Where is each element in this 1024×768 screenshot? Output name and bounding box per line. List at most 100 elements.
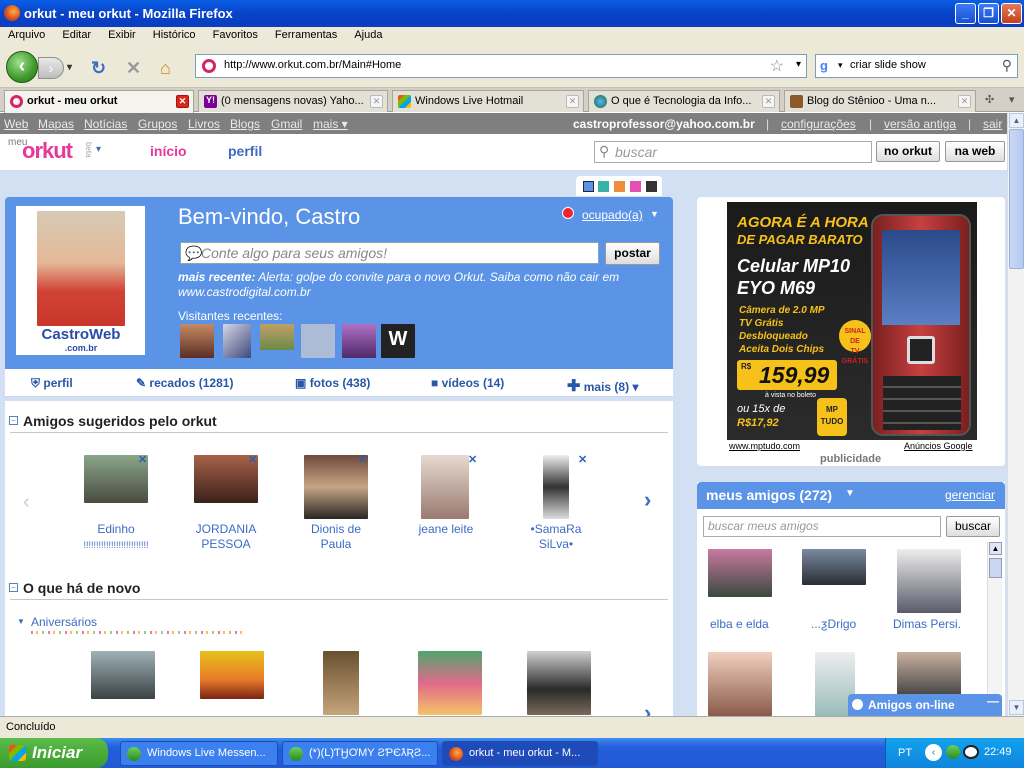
dismiss-icon[interactable]: ✕ (358, 453, 367, 466)
friends-dropdown-icon[interactable]: ▼ (845, 488, 855, 499)
scroll-up-icon[interactable]: ▲ (1009, 113, 1024, 128)
avatar[interactable]: CastroWeb .com.br (16, 206, 145, 355)
friend-name[interactable]: JORDANIA PESSOA (181, 522, 271, 552)
manage-friends-link[interactable]: gerenciar (945, 488, 995, 502)
minimize-button[interactable]: _ (955, 3, 976, 24)
friend-name[interactable]: Dionis de Paula (291, 522, 381, 552)
tab-fotos[interactable]: ▣ fotos (438) (295, 376, 370, 390)
link-livros[interactable]: Livros (188, 117, 220, 131)
tab-mais[interactable]: ✚ mais (8) ▾ (567, 376, 638, 396)
home-icon[interactable]: ⌂ (160, 58, 171, 79)
minimize-chat-icon[interactable]: — (987, 694, 999, 708)
dismiss-icon[interactable]: ✕ (468, 453, 477, 466)
theme-black[interactable] (646, 181, 657, 192)
task-messenger[interactable]: Windows Live Messen... (120, 741, 278, 766)
theme-blue[interactable] (583, 181, 594, 192)
start-button[interactable]: Iniciar (0, 738, 108, 768)
address-bar[interactable]: http://www.orkut.com.br/Main#Home ☆ ▾ (195, 54, 807, 78)
visitor-photo[interactable] (260, 324, 294, 350)
menu-historico[interactable]: Histórico (147, 27, 202, 43)
link-sair[interactable]: sair (983, 117, 1002, 131)
close-tab-icon[interactable]: ✕ (762, 95, 775, 108)
link-mais[interactable]: mais ▾ (313, 117, 348, 131)
online-friends-panel[interactable]: Amigos on-line — (848, 694, 1002, 716)
theme-pink[interactable] (630, 181, 641, 192)
search-orkut-button[interactable]: no orkut (876, 141, 940, 162)
link-blogs[interactable]: Blogs (230, 117, 260, 131)
bookmark-star-icon[interactable]: ☆ (770, 56, 784, 76)
url-dropdown-icon[interactable]: ▾ (796, 59, 801, 70)
friend-photo[interactable] (897, 652, 961, 700)
expand-birthdays-icon[interactable]: ▼ (17, 617, 25, 626)
friend-name[interactable]: ...ƺDrigo (811, 617, 856, 631)
birthday-photo[interactable] (91, 651, 155, 699)
birthday-photo[interactable] (527, 651, 591, 715)
friend-photo[interactable] (543, 455, 569, 519)
dismiss-icon[interactable]: ✕ (248, 453, 257, 466)
search-icon[interactable]: ⚲ (1002, 57, 1012, 74)
menu-ajuda[interactable]: Ajuda (348, 27, 388, 43)
friend-photo[interactable] (421, 455, 469, 519)
friend-name[interactable]: jeane leite (401, 522, 491, 537)
status-link[interactable]: ocupado(a) (582, 208, 643, 222)
tab-blog[interactable]: Blog do Stênioo - Uma n... ✕ (784, 90, 976, 112)
tab-recados[interactable]: ✎ recados (1281) (136, 376, 233, 390)
search-bar[interactable]: g ▾ criar slide show ⚲ (815, 54, 1018, 78)
visitor-photo[interactable]: W (381, 324, 415, 358)
messenger-tray-icon[interactable] (946, 745, 960, 759)
nav-inicio[interactable]: início (150, 143, 187, 159)
tab-orkut[interactable]: orkut - meu orkut ✕ (4, 90, 194, 113)
ad-banner[interactable]: AGORA É A HORA DE PAGAR BARATO Celular M… (727, 202, 977, 440)
nav-perfil[interactable]: perfil (228, 143, 262, 159)
visitor-photo-placeholder[interactable] (301, 324, 335, 358)
friend-name[interactable]: Edinho!!!!!!!!!!!!!!!!!!!!!!!!!! (71, 522, 161, 553)
friend-search-button[interactable]: buscar (946, 516, 1000, 537)
theme-teal[interactable] (598, 181, 609, 192)
close-tab-icon[interactable]: ✕ (176, 95, 189, 108)
visitor-photo[interactable] (180, 324, 214, 358)
reload-icon[interactable]: ↻ (91, 58, 106, 79)
task-firefox[interactable]: orkut - meu orkut - M... (442, 741, 598, 766)
visitor-photo[interactable] (342, 324, 376, 358)
ad-url[interactable]: www.mptudo.com (729, 441, 800, 451)
menu-favoritos[interactable]: Favoritos (207, 27, 264, 43)
panda-tray-icon[interactable] (963, 745, 979, 759)
maximize-button[interactable]: ❐ (978, 3, 999, 24)
task-chat[interactable]: (*)(L)ƬӇƠMY ƧƤЄƛƦƧ... (282, 741, 438, 766)
google-icon[interactable]: g (820, 58, 828, 73)
close-tab-icon[interactable]: ✕ (566, 95, 579, 108)
google-ads-link[interactable]: Anúncios Google (904, 441, 973, 451)
tray-expand-icon[interactable]: ‹ (925, 744, 942, 761)
theme-orange[interactable] (614, 181, 625, 192)
friend-name[interactable]: Dimas Persi. (893, 617, 961, 631)
close-button[interactable]: ✕ (1001, 3, 1022, 24)
link-configuracoes[interactable]: configurações (781, 117, 856, 131)
next-arrow-icon[interactable]: › (644, 487, 651, 513)
tab-list-icon[interactable]: ▾ (1009, 93, 1015, 106)
new-tab-icon[interactable]: ✣ (985, 93, 994, 106)
close-tab-icon[interactable]: ✕ (958, 95, 971, 108)
stop-icon[interactable]: ✕ (126, 58, 141, 79)
dismiss-icon[interactable]: ✕ (138, 453, 147, 466)
collapse-icon[interactable]: − (9, 583, 18, 592)
link-noticias[interactable]: Notícias (84, 117, 127, 131)
back-button[interactable]: ‹ (6, 51, 38, 83)
language-indicator[interactable]: PT (898, 747, 912, 759)
next-arrow-icon[interactable]: › (644, 700, 651, 716)
tab-videos[interactable]: ■ vídeos (14) (431, 376, 504, 390)
birthday-photo[interactable] (323, 651, 359, 715)
friend-photo[interactable] (897, 549, 961, 613)
birthday-photo[interactable] (418, 651, 482, 715)
menu-editar[interactable]: Editar (56, 27, 97, 43)
link-web[interactable]: Web (4, 117, 28, 131)
visitor-photo[interactable] (223, 324, 251, 358)
clock[interactable]: 22:49 (984, 746, 1012, 758)
birthday-photo[interactable] (200, 651, 264, 699)
tab-hotmail[interactable]: Windows Live Hotmail ✕ (392, 90, 584, 112)
orkut-search-input[interactable]: ⚲ buscar (594, 141, 872, 163)
scroll-down-icon[interactable]: ▼ (1009, 700, 1024, 715)
status-dropdown-icon[interactable]: ▼ (650, 209, 659, 219)
post-button[interactable]: postar (605, 242, 660, 265)
friend-photo[interactable] (708, 549, 772, 597)
tab-tecnologia[interactable]: O que é Tecnologia da Info... ✕ (588, 90, 780, 112)
